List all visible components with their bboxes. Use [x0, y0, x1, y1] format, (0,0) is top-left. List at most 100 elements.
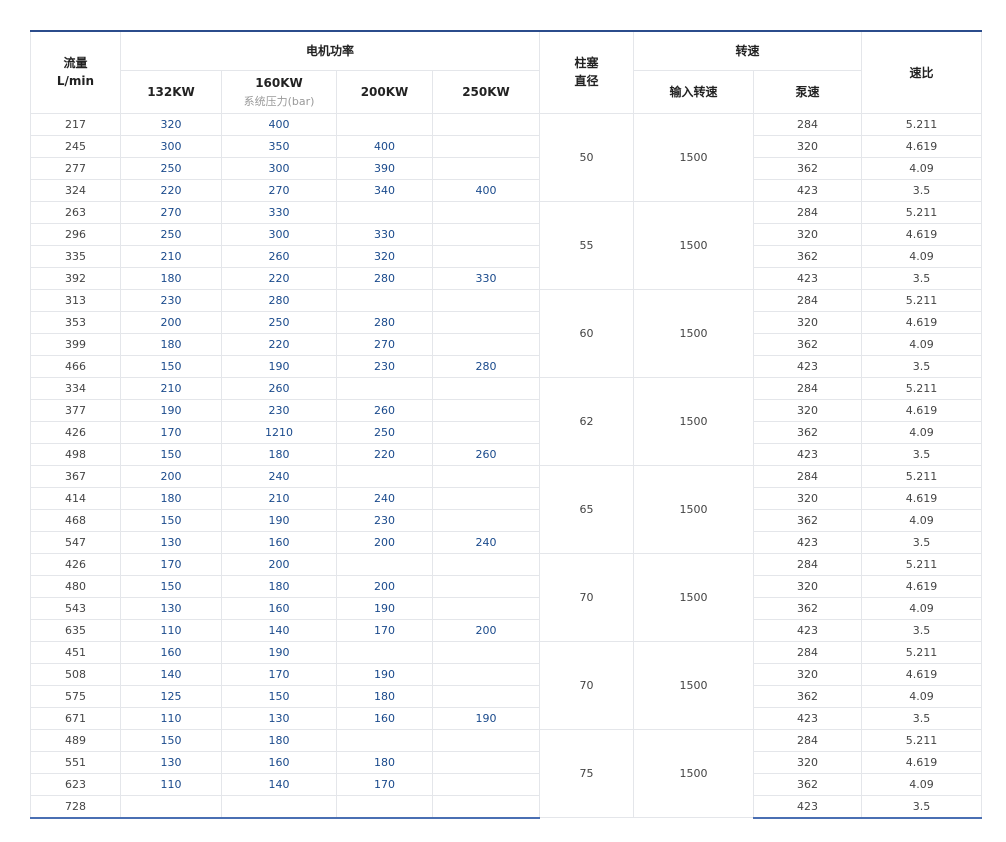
- pump-speed-cell: 284: [753, 464, 863, 488]
- pump-speed-cell: 362: [753, 508, 863, 532]
- pressure-160kw-cell: 200: [221, 552, 337, 576]
- pressure-160kw-cell: 350: [221, 134, 337, 158]
- pressure-132kw-cell: 150: [120, 728, 222, 752]
- pressure-200kw-cell: 280: [336, 266, 433, 290]
- pressure-160kw-cell: 190: [221, 354, 337, 378]
- pressure-200kw-cell: [336, 728, 433, 752]
- pressure-250kw-cell: [431, 376, 541, 400]
- flow-cell: 296: [30, 222, 121, 246]
- pump-speed-cell: 284: [753, 288, 863, 312]
- table-row: 480 150 180 200 320 4.619: [30, 574, 983, 598]
- pump-speed-cell: 284: [753, 640, 863, 664]
- pressure-caption: 系统压力(bar): [243, 95, 315, 108]
- speed-ratio-cell: 5.211: [861, 464, 983, 488]
- pressure-160kw-cell: 180: [221, 728, 337, 752]
- pressure-200kw-cell: [336, 288, 433, 312]
- pressure-250kw-cell: 200: [431, 618, 541, 642]
- pressure-132kw-cell: 110: [120, 772, 222, 796]
- plunger-diameter-cell: 55: [539, 200, 635, 290]
- pressure-160kw-cell: [221, 794, 337, 819]
- pressure-160kw-cell: 400: [221, 112, 337, 136]
- pressure-200kw-cell: 200: [336, 530, 433, 554]
- plunger-diameter-cell: 65: [539, 464, 635, 554]
- speed-ratio-cell: 3.5: [861, 706, 983, 730]
- speed-ratio-cell: 5.211: [861, 112, 983, 136]
- table-row: 468 150 190 230 362 4.09: [30, 508, 983, 532]
- pressure-200kw-cell: 340: [336, 178, 433, 202]
- pressure-250kw-cell: [431, 156, 541, 180]
- pump-speed-cell: 284: [753, 728, 863, 752]
- flow-cell: 313: [30, 288, 121, 312]
- pressure-132kw-cell: 210: [120, 376, 222, 400]
- pressure-132kw-cell: 140: [120, 662, 222, 686]
- speed-ratio-cell: 5.211: [861, 200, 983, 224]
- pressure-200kw-cell: 190: [336, 596, 433, 620]
- table-row: 551 130 160 180 320 4.619: [30, 750, 983, 774]
- power-200kw-header: 200KW: [336, 69, 433, 114]
- flow-header: 流量 L/min: [30, 30, 121, 114]
- pressure-200kw-cell: 230: [336, 508, 433, 532]
- pressure-160kw-cell: 220: [221, 332, 337, 356]
- flow-cell: 551: [30, 750, 121, 774]
- pressure-160kw-cell: 260: [221, 376, 337, 400]
- table-row: 547 130 160 200 240 423 3.5: [30, 530, 983, 554]
- pressure-250kw-cell: [431, 420, 541, 444]
- pressure-200kw-cell: 170: [336, 772, 433, 796]
- pump-speed-cell: 362: [753, 332, 863, 356]
- pressure-200kw-cell: [336, 200, 433, 224]
- pressure-160kw-cell: 1210: [221, 420, 337, 444]
- speed-ratio-cell: 4.09: [861, 332, 983, 356]
- pressure-160kw-cell: 240: [221, 464, 337, 488]
- pump-speed-cell: 320: [753, 486, 863, 510]
- pressure-132kw-cell: 200: [120, 464, 222, 488]
- pressure-250kw-cell: [431, 596, 541, 620]
- pressure-200kw-cell: 190: [336, 662, 433, 686]
- pressure-250kw-cell: [431, 662, 541, 686]
- table-row: 426 170 200 70 1500 284 5.211: [30, 552, 983, 642]
- pressure-160kw-cell: 190: [221, 640, 337, 664]
- pressure-200kw-cell: 260: [336, 398, 433, 422]
- pump-speed-cell: 362: [753, 156, 863, 180]
- pressure-250kw-cell: 240: [431, 530, 541, 554]
- table-row: 635 110 140 170 200 423 3.5: [30, 618, 983, 642]
- flow-cell: 480: [30, 574, 121, 598]
- pressure-250kw-cell: [431, 288, 541, 312]
- plunger-diameter-cell: 70: [539, 640, 635, 730]
- speed-ratio-cell: 4.09: [861, 684, 983, 708]
- speed-ratio-cell: 3.5: [861, 178, 983, 202]
- pump-speed-cell: 423: [753, 794, 863, 819]
- pump-speed-cell: 362: [753, 244, 863, 268]
- input-speed-cell: 1500: [633, 288, 755, 378]
- speed-ratio-cell: 4.619: [861, 222, 983, 246]
- speed-ratio-cell: 3.5: [861, 794, 983, 819]
- pressure-132kw-cell: 300: [120, 134, 222, 158]
- pressure-132kw-cell: 320: [120, 112, 222, 136]
- pressure-160kw-cell: 150: [221, 684, 337, 708]
- speed-ratio-cell: 4.09: [861, 156, 983, 180]
- flow-cell: 466: [30, 354, 121, 378]
- ratio-header: 速比: [861, 30, 983, 114]
- pump-speed-cell: 423: [753, 530, 863, 554]
- pressure-132kw-cell: 130: [120, 750, 222, 774]
- pressure-132kw-cell: 150: [120, 508, 222, 532]
- pump-speed-cell: 284: [753, 112, 863, 136]
- table-row: 313 230 280 60 1500 284 5.211: [30, 288, 983, 378]
- flow-cell: 728: [30, 794, 121, 819]
- flow-cell: 414: [30, 486, 121, 510]
- pressure-250kw-cell: [431, 574, 541, 598]
- pressure-160kw-cell: 160: [221, 596, 337, 620]
- pressure-250kw-cell: [431, 332, 541, 356]
- table-row: 575 125 150 180 362 4.09: [30, 684, 983, 708]
- pump-speed-cell: 320: [753, 662, 863, 686]
- pressure-160kw-cell: 130: [221, 706, 337, 730]
- pressure-250kw-cell: [431, 750, 541, 774]
- input-speed-cell: 1500: [633, 552, 755, 642]
- pump-speed-cell: 320: [753, 398, 863, 422]
- pressure-132kw-cell: 210: [120, 244, 222, 268]
- flow-cell: 671: [30, 706, 121, 730]
- table-row: 728 423 3.5: [30, 794, 983, 819]
- flow-cell: 353: [30, 310, 121, 334]
- pressure-132kw-cell: 180: [120, 332, 222, 356]
- pressure-250kw-cell: [431, 310, 541, 334]
- pressure-200kw-cell: 180: [336, 750, 433, 774]
